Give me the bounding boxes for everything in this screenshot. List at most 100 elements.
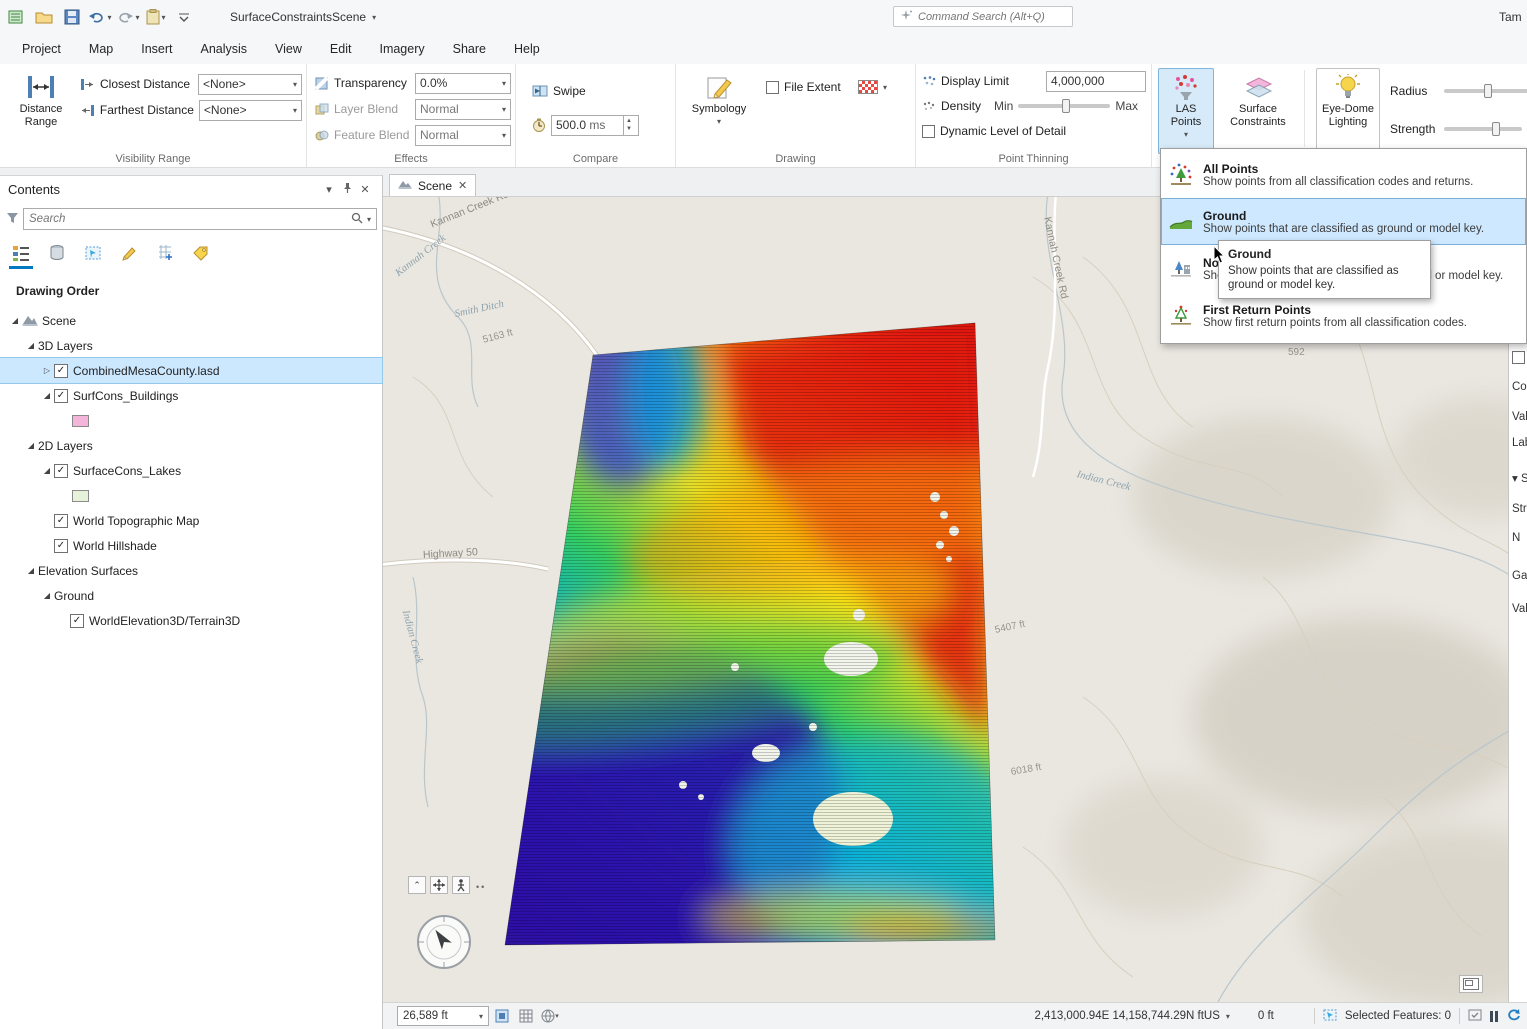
layer-symbol-swatch[interactable]: [72, 490, 89, 502]
undo-icon[interactable]: ▾: [88, 5, 112, 29]
tab-share[interactable]: Share: [439, 34, 500, 64]
tab-help[interactable]: Help: [500, 34, 554, 64]
tree-item-surfcons-buildings[interactable]: ◢✓SurfCons_Buildings: [0, 383, 382, 408]
layer-checkbox[interactable]: ✓: [54, 539, 68, 553]
nav-handle-dots[interactable]: ••: [476, 882, 486, 892]
distance-range-button[interactable]: Distance Range: [12, 68, 70, 148]
menu-item-ground[interactable]: GroundShow points that are classified as…: [1161, 198, 1526, 245]
expander-icon[interactable]: ◢: [40, 591, 54, 600]
strength-slider[interactable]: [1444, 127, 1522, 131]
tree-item-world-hillshade[interactable]: ✓World Hillshade: [0, 533, 382, 558]
layer-checkbox[interactable]: ✓: [54, 464, 68, 478]
tab-imagery[interactable]: Imagery: [365, 34, 438, 64]
snapping-toggle-icon[interactable]: [1468, 1009, 1482, 1024]
symbology-button[interactable]: Symbology ▾: [690, 68, 748, 148]
command-search-input[interactable]: [918, 11, 1066, 23]
radius-slider[interactable]: [1444, 89, 1527, 93]
list-by-selection-tab[interactable]: [80, 240, 106, 266]
customize-qat-icon[interactable]: [172, 5, 196, 29]
density-slider[interactable]: [1018, 104, 1110, 108]
tree-item-ground[interactable]: ◢Ground: [0, 583, 382, 608]
navigator-compass[interactable]: [415, 913, 473, 974]
flicker-rate-input[interactable]: 500.0 ms ▲▼: [551, 115, 639, 136]
open-project-icon[interactable]: [32, 5, 56, 29]
layer-blend-select[interactable]: Normal▾: [415, 99, 511, 120]
tree-item-swatch[interactable]: [0, 408, 382, 433]
menu-item-first-return-points[interactable]: First Return PointsShow first return poi…: [1161, 292, 1526, 339]
tree-item-surfacecons-lakes[interactable]: ◢✓SurfaceCons_Lakes: [0, 458, 382, 483]
list-by-data-source-tab[interactable]: [44, 240, 70, 266]
layer-checkbox[interactable]: ✓: [54, 364, 68, 378]
layers-visibility-icon[interactable]: [491, 1006, 513, 1026]
pane-menu-chevron-icon[interactable]: ▾: [320, 183, 338, 196]
tab-analysis[interactable]: Analysis: [187, 34, 262, 64]
refresh-icon[interactable]: [1506, 1008, 1521, 1025]
save-icon[interactable]: [60, 5, 84, 29]
tree-item-world-topographic-map[interactable]: ✓World Topographic Map: [0, 508, 382, 533]
dynamic-lod-control[interactable]: Dynamic Level of Detail: [922, 120, 1146, 142]
list-by-editing-tab[interactable]: [116, 240, 142, 266]
tab-map[interactable]: Map: [75, 34, 127, 64]
file-extent-checkbox[interactable]: [766, 81, 779, 94]
tree-item-swatch[interactable]: [0, 483, 382, 508]
map-scale-select[interactable]: 26,589 ft▾: [397, 1006, 489, 1026]
expander-icon[interactable]: ◢: [24, 566, 38, 575]
tab-view[interactable]: View: [261, 34, 316, 64]
user-name-fragment[interactable]: Tam: [1499, 10, 1525, 24]
pan-mode-button[interactable]: [430, 876, 448, 894]
close-view-icon[interactable]: ✕: [458, 179, 467, 192]
grid-icon[interactable]: [515, 1006, 537, 1026]
tree-item-3d-layers[interactable]: ◢3D Layers: [0, 333, 382, 358]
contents-search-input[interactable]: [29, 213, 347, 225]
flicker-spinner[interactable]: ▲▼: [623, 116, 634, 135]
menu-item-all-points[interactable]: All PointsShow points from all classific…: [1161, 151, 1526, 198]
expander-icon[interactable]: ◢: [24, 441, 38, 450]
expander-icon[interactable]: ◢: [40, 391, 54, 400]
closest-distance-select[interactable]: <None>▾: [198, 74, 302, 95]
farthest-distance-select[interactable]: <None>▾: [199, 100, 302, 121]
pin-icon[interactable]: [338, 182, 356, 197]
new-project-icon[interactable]: [4, 5, 28, 29]
coordinates-readout[interactable]: 2,413,000.94E 14,158,744.29N ftUS: [1034, 1010, 1219, 1022]
expander-icon[interactable]: ◢: [8, 316, 22, 325]
pause-drawing-button[interactable]: [1490, 1011, 1498, 1022]
list-by-drawing-order-tab[interactable]: [8, 240, 34, 266]
search-options-chevron-icon[interactable]: ▾: [367, 215, 371, 224]
clipboard-icon[interactable]: ▾: [144, 5, 168, 29]
expander-icon[interactable]: ▷: [40, 366, 54, 375]
layer-checkbox[interactable]: ✓: [54, 514, 68, 528]
swipe-button[interactable]: Swipe: [532, 80, 662, 102]
surface-constraints-button[interactable]: SurfaceConstraints: [1226, 68, 1290, 154]
contents-search-box[interactable]: ▾: [23, 208, 377, 230]
tree-item-combinedmesacounty-lasd[interactable]: ▷✓CombinedMesaCounty.lasd: [0, 358, 382, 383]
expander-icon[interactable]: ◢: [40, 466, 54, 475]
tree-item-worldelevation3d-terrain3d[interactable]: ✓WorldElevation3D/Terrain3D: [0, 608, 382, 633]
walk-mode-button[interactable]: [452, 876, 470, 894]
tree-item-2d-layers[interactable]: ◢2D Layers: [0, 433, 382, 458]
las-points-button[interactable]: LASPoints ▾: [1158, 68, 1214, 154]
tree-item-scene[interactable]: ◢Scene: [0, 308, 382, 333]
display-limit-input[interactable]: [1046, 71, 1146, 92]
redo-icon[interactable]: ▾: [116, 5, 140, 29]
tilt-up-button[interactable]: ⌃: [408, 876, 426, 894]
filter-icon[interactable]: [6, 212, 19, 227]
transparency-select[interactable]: 0.0%▾: [415, 73, 511, 94]
right-pane-checkbox[interactable]: [1512, 351, 1525, 367]
list-by-labeling-tab[interactable]: [188, 240, 214, 266]
command-search[interactable]: [893, 6, 1073, 27]
tab-edit[interactable]: Edit: [316, 34, 366, 64]
eye-dome-lighting-button[interactable]: Eye-DomeLighting: [1316, 68, 1380, 154]
tree-item-elevation-surfaces[interactable]: ◢Elevation Surfaces: [0, 558, 382, 583]
scene-view-tab[interactable]: Scene ✕: [389, 174, 476, 196]
close-pane-icon[interactable]: ✕: [356, 183, 374, 196]
feature-blend-select[interactable]: Normal▾: [415, 125, 511, 146]
list-by-snapping-tab[interactable]: [152, 240, 178, 266]
layer-checkbox[interactable]: ✓: [70, 614, 84, 628]
overview-button[interactable]: [1459, 975, 1483, 993]
dynamic-lod-checkbox[interactable]: [922, 125, 935, 138]
tab-project[interactable]: Project: [8, 34, 75, 64]
extent-color-picker[interactable]: ▾: [858, 76, 887, 98]
basemap-globe-icon[interactable]: ▾: [539, 1006, 561, 1026]
coordinates-chevron-icon[interactable]: ▾: [1226, 1012, 1230, 1021]
expander-icon[interactable]: ◢: [24, 341, 38, 350]
